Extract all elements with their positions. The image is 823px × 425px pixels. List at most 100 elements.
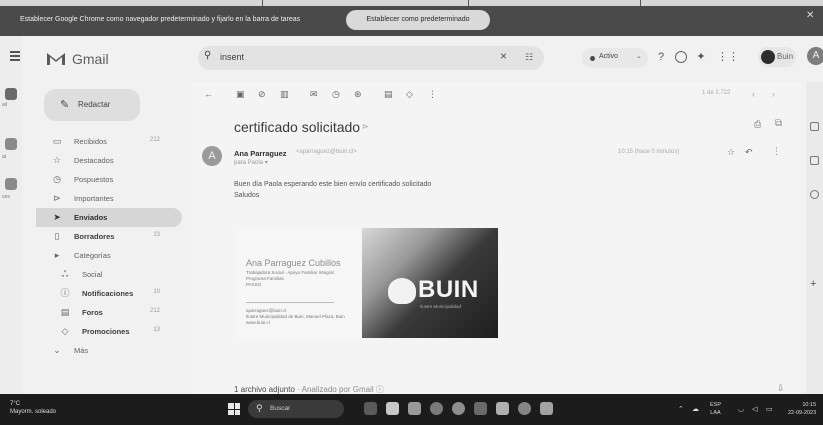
rail-label: at xyxy=(2,154,7,160)
star-icon[interactable]: ☆ xyxy=(727,147,735,158)
search-input[interactable]: insent xyxy=(220,52,244,62)
main-menu-icon[interactable] xyxy=(10,51,20,61)
calendar-icon[interactable] xyxy=(810,122,819,131)
taskbar-app-icon[interactable] xyxy=(474,402,487,415)
delete-icon[interactable]: ▥ xyxy=(280,89,289,100)
help-icon[interactable]: ? xyxy=(655,51,667,63)
newer-icon[interactable]: ‹ xyxy=(752,89,755,99)
sidebar-item-important[interactable]: ⊳ Importantes xyxy=(44,189,184,208)
account-org-badge[interactable]: Buin xyxy=(758,47,796,67)
pencil-icon: ✎ xyxy=(60,99,70,111)
print-icon[interactable]: ⎙ xyxy=(754,119,761,130)
buin-logo-icon xyxy=(761,50,775,64)
language-code: ESP xyxy=(710,402,722,408)
sidebar-item-label: Borradores xyxy=(74,232,115,241)
sidebar-item-promotions[interactable]: ◇ Promociones 13 xyxy=(44,322,184,341)
weather-widget[interactable]: 7°C Mayorm. soleado xyxy=(10,400,56,416)
more-options-icon[interactable]: ⋮ xyxy=(428,89,437,100)
widgets-app-icon[interactable] xyxy=(364,402,377,415)
apps-grid-icon[interactable]: ⋮⋮ xyxy=(717,51,739,63)
label-icon[interactable]: ◇ xyxy=(406,89,413,100)
recipient-dropdown[interactable]: para Paola ▾ xyxy=(234,159,268,166)
sender-name: Ana Parraguez xyxy=(234,149,287,158)
windows-start-icon[interactable] xyxy=(228,403,240,415)
language-indicator[interactable]: ESP LAA xyxy=(710,401,721,417)
clock-icon: ◷ xyxy=(53,174,61,184)
search-bar[interactable]: ⚲ insent × ☷ xyxy=(198,46,544,70)
signature-line: Trabajadora Social - Apoyo Familiar Inte… xyxy=(246,270,334,275)
sidebar-item-label: Categorías xyxy=(74,251,111,260)
back-arrow-icon[interactable]: ← xyxy=(204,89,213,99)
set-default-button[interactable]: Establecer como predeterminado xyxy=(346,10,490,30)
wifi-icon[interactable]: ◡ xyxy=(738,405,744,413)
snooze-icon[interactable]: ◷ xyxy=(332,89,340,100)
gmail-logo-icon[interactable] xyxy=(46,50,66,66)
sender-avatar: A xyxy=(202,146,222,166)
volume-icon[interactable]: ◁ xyxy=(752,405,757,413)
sidebar-nav: ▭ Recibidos 212 ☆ Destacados ◷ Pospuesto… xyxy=(36,132,184,360)
important-marker-icon[interactable]: ⊳ xyxy=(362,122,369,131)
add-addon-icon[interactable]: + xyxy=(810,278,816,290)
chrome-app-icon[interactable] xyxy=(430,402,443,415)
taskbar-app-icon[interactable] xyxy=(518,402,531,415)
sidebar-item-label: Más xyxy=(74,346,89,355)
add-task-icon[interactable]: ⊛ xyxy=(354,89,362,100)
chat-rail-icon[interactable] xyxy=(5,138,17,150)
sidebar-item-label: Promociones xyxy=(82,327,130,336)
move-to-icon[interactable]: ▤ xyxy=(384,89,393,100)
file-explorer-icon[interactable] xyxy=(386,402,399,415)
sidebar-item-starred[interactable]: ☆ Destacados xyxy=(44,151,184,170)
mark-unread-icon[interactable]: ✉ xyxy=(310,89,318,100)
sidebar-item-snoozed[interactable]: ◷ Pospuestos xyxy=(44,170,184,189)
unread-count: 23 xyxy=(153,232,160,238)
signature-line: Programa Familias xyxy=(246,276,284,281)
logo-wordmark: BUIN xyxy=(418,276,479,303)
sidebar-item-more[interactable]: ⌄ Más xyxy=(44,341,184,360)
sidebar-item-drafts[interactable]: ▯ Borradores 23 xyxy=(44,227,184,246)
taskbar-search[interactable]: ⚲ Buscar xyxy=(248,400,344,418)
tasks-icon[interactable] xyxy=(810,190,819,199)
search-icon[interactable]: ⚲ xyxy=(204,50,211,61)
sidebar-item-inbox[interactable]: ▭ Recibidos 212 xyxy=(44,132,184,151)
inbox-icon: ▭ xyxy=(52,136,62,146)
message-pane: ← ▣ ⊘ ▥ ✉ ◷ ⊛ ▤ ◇ ⋮ 1 de 2.722 ‹ › certi… xyxy=(192,82,800,425)
store-icon[interactable] xyxy=(408,402,421,415)
email-body-line: Saludos xyxy=(234,192,260,199)
account-avatar[interactable]: A xyxy=(807,47,823,65)
open-new-window-icon[interactable]: ⧉ xyxy=(775,118,782,129)
older-icon[interactable]: › xyxy=(772,89,775,99)
tray-overflow-icon[interactable]: ⌃ xyxy=(678,405,684,413)
download-all-icon[interactable]: ⇩ xyxy=(777,383,785,394)
close-banner-icon[interactable]: ✕ xyxy=(806,10,814,21)
meet-rail-icon[interactable] xyxy=(5,178,17,190)
compose-button[interactable]: ✎ Redactar xyxy=(44,89,140,121)
scan-note: · Analizado por Gmail ⓘ xyxy=(294,385,384,394)
edge-app-icon[interactable] xyxy=(452,402,465,415)
sidebar-item-forums[interactable]: ▤ Foros 212 xyxy=(44,303,184,322)
sidebar-item-updates[interactable]: ⓘ Notificaciones 10 xyxy=(44,284,184,303)
report-spam-icon[interactable]: ⊘ xyxy=(258,89,266,100)
mail-rail-icon[interactable] xyxy=(5,88,17,100)
banner-message: Establecer Google Chrome como navegador … xyxy=(20,16,301,23)
keep-icon[interactable] xyxy=(810,156,819,165)
taskbar-app-icon[interactable] xyxy=(496,402,509,415)
battery-icon[interactable]: ▭ xyxy=(766,405,773,413)
sidebar-item-categories[interactable]: ▸ Categorías xyxy=(44,246,184,265)
settings-icon[interactable] xyxy=(675,51,687,63)
gemini-icon[interactable]: ✦ xyxy=(695,51,707,63)
sidebar-item-sent[interactable]: ➤ Enviados xyxy=(36,208,182,227)
send-icon: ➤ xyxy=(53,212,61,222)
cloud-icon[interactable]: ☁ xyxy=(692,405,699,413)
sidebar-item-label: Enviados xyxy=(74,213,108,222)
email-signature: Ana Parraguez Cubillos Trabajadora Socia… xyxy=(236,228,498,338)
taskbar-app-icon[interactable] xyxy=(540,402,553,415)
clear-search-icon[interactable]: × xyxy=(500,49,507,63)
sidebar-item-social[interactable]: ஃ Social xyxy=(44,265,184,284)
status-selector[interactable]: Activo ⌄ xyxy=(582,48,648,68)
reply-icon[interactable]: ↶ xyxy=(745,147,753,158)
system-clock[interactable]: 10:15 22-09-2023 xyxy=(788,401,816,417)
archive-icon[interactable]: ▣ xyxy=(236,89,245,100)
search-options-icon[interactable]: ☷ xyxy=(525,52,533,63)
more-options-icon[interactable]: ⋮ xyxy=(772,146,781,157)
clock-time: 10:15 xyxy=(802,402,817,408)
